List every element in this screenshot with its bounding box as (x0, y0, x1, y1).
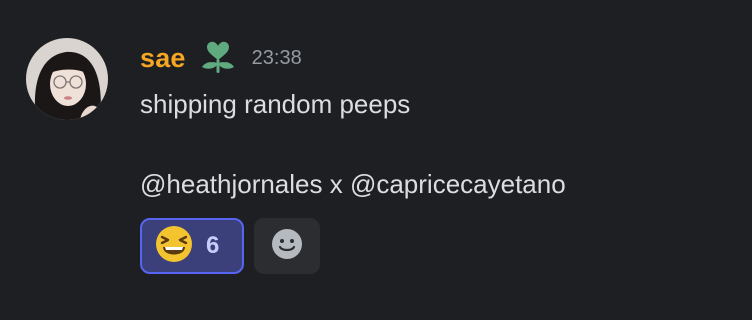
timestamp: 23:38 (251, 46, 302, 69)
reaction-count: 6 (206, 232, 220, 259)
clover-heart-role-icon[interactable] (198, 40, 238, 76)
reactions-bar: 6 (140, 218, 320, 274)
message-header: sae 23:38 (140, 40, 302, 76)
add-reaction-icon (269, 226, 305, 267)
chat-message: sae 23:38 shipping random peeps @heathjo… (0, 0, 752, 320)
message-content: shipping random peeps @heathjornales x @… (140, 84, 730, 204)
add-reaction-button[interactable] (254, 218, 320, 274)
message-line-mentions[interactable]: @heathjornales x @capricecayetano (140, 164, 730, 204)
laughing-face-icon (154, 224, 194, 269)
message-line-empty (140, 124, 730, 164)
avatar[interactable] (26, 38, 108, 120)
avatar-image (26, 38, 108, 120)
reaction-laughing[interactable]: 6 (140, 218, 244, 274)
message-line: shipping random peeps (140, 89, 411, 119)
username[interactable]: sae (140, 43, 186, 74)
